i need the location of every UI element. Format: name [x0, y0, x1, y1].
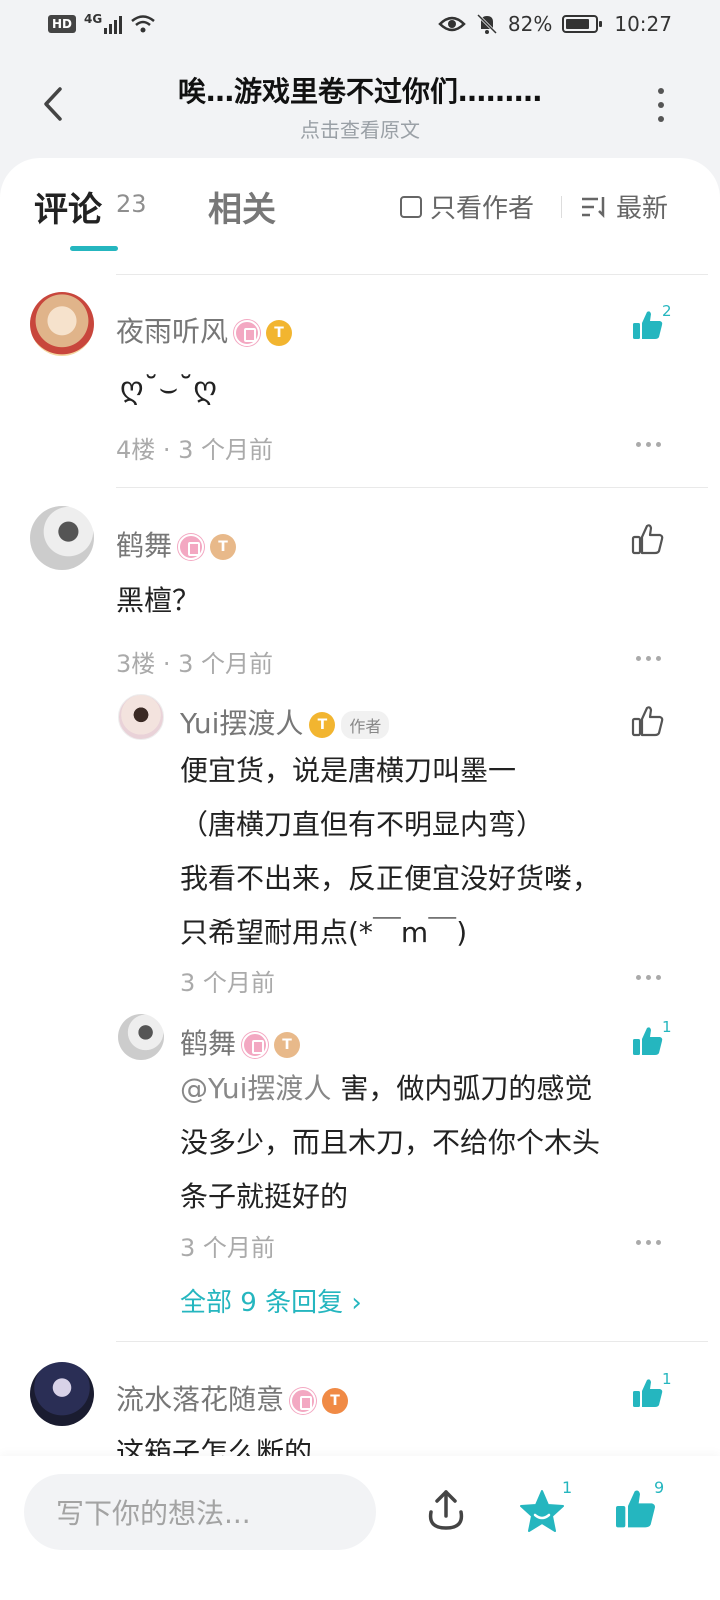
level-badge-icon — [234, 320, 261, 346]
comment-author-name[interactable]: 流水落花随意 T — [116, 1378, 349, 1418]
tab-divider — [561, 196, 562, 218]
clock: 10:27 — [614, 12, 672, 36]
thumbs-up-filled-icon[interactable] — [630, 308, 666, 344]
thumbs-up-filled-icon[interactable] — [612, 1486, 660, 1534]
comment-meta: 4楼 · 3 个月前 — [116, 436, 274, 464]
bottom-action-bar: 写下你的想法... 1 9 — [0, 1456, 720, 1600]
reply-body: 便宜货，说是唐横刀叫墨一 （唐横刀直但有不明显内弯） 我看不出来，反正便宜没好货… — [180, 754, 601, 949]
reply-meta: 3 个月前 — [180, 969, 275, 997]
sort-icon — [582, 196, 605, 218]
hd-indicator: HD — [48, 15, 77, 33]
level-badge-icon — [178, 534, 205, 560]
battery-icon — [562, 15, 603, 33]
divider — [116, 274, 708, 275]
reply-author-name[interactable]: Yui摆渡人 T 作者 — [180, 702, 390, 742]
comments-sheet: 评论 23 相关 只看作者 最新 夜雨听风 T ღ˘⌣˘ღ 4楼 · 3 个月前 … — [0, 158, 720, 1458]
share-icon[interactable] — [422, 1486, 470, 1534]
back-button[interactable] — [38, 84, 68, 124]
author-only-label: 只看作者 — [430, 194, 535, 224]
avatar[interactable] — [30, 292, 94, 356]
sort-label: 最新 — [616, 194, 669, 224]
star-icon[interactable] — [518, 1488, 566, 1536]
comment-author-name[interactable]: 夜雨听风 T — [116, 310, 293, 350]
comment-body: 这箱子怎么断的 — [116, 1436, 313, 1458]
comment-tabs: 评论 23 相关 只看作者 最新 — [0, 158, 720, 258]
thumbs-up-outline-icon[interactable] — [630, 704, 666, 740]
comment-body: ღ˘⌣˘ღ — [120, 371, 217, 406]
author-tag: 作者 — [341, 711, 390, 739]
comment-meta: 3楼 · 3 个月前 — [116, 650, 274, 678]
bell-off-icon — [476, 13, 497, 35]
level-badge-icon — [290, 1388, 317, 1414]
view-all-replies-link[interactable]: 全部 9 条回复 › — [180, 1282, 362, 1319]
thumbs-up-outline-icon[interactable] — [630, 522, 666, 558]
avatar[interactable] — [118, 1014, 164, 1060]
comment-more-button[interactable] — [636, 442, 661, 447]
avatar[interactable] — [30, 1362, 94, 1426]
like-count: 1 — [662, 1018, 672, 1036]
like-count: 1 — [662, 1370, 672, 1388]
title-badge-icon: T — [274, 1032, 301, 1058]
comment-body: 黑檀？ — [116, 584, 201, 617]
author-only-toggle[interactable]: 只看作者 — [400, 188, 534, 225]
reply-author-name[interactable]: 鹤舞 T — [180, 1022, 301, 1062]
mention-link[interactable]: @Yui摆渡人 — [180, 1072, 331, 1105]
sort-button[interactable]: 最新 — [580, 188, 668, 225]
reply-more-button[interactable] — [636, 1240, 661, 1245]
reply-more-button[interactable] — [636, 975, 661, 980]
comment-author-name[interactable]: 鹤舞 T — [116, 524, 237, 564]
tab-related[interactable]: 相关 — [208, 182, 276, 231]
tab-comments[interactable]: 评论 — [34, 182, 102, 231]
thumbs-up-filled-icon[interactable] — [630, 1376, 666, 1412]
star-count: 1 — [562, 1478, 573, 1497]
wifi-icon — [131, 15, 156, 33]
comment-input[interactable]: 写下你的想法... — [24, 1474, 376, 1550]
like-count: 2 — [662, 302, 672, 320]
more-options-button[interactable] — [658, 88, 664, 122]
chevron-left-icon — [44, 87, 62, 121]
title-badge-icon: T — [266, 320, 293, 346]
like-count: 9 — [654, 1478, 665, 1497]
active-tab-indicator — [70, 246, 118, 251]
title-badge-icon: T — [309, 712, 336, 738]
signal-icon — [104, 14, 123, 34]
divider — [116, 1341, 708, 1342]
comments-count: 23 — [116, 190, 147, 218]
comment-more-button[interactable] — [636, 656, 661, 661]
reply-body: @Yui摆渡人 害，做内弧刀的感觉 没多少，而且木刀，不给你个木头 条子就挺好的 — [180, 1072, 601, 1213]
title-badge-icon: T — [210, 534, 237, 560]
title-badge-icon: T — [322, 1388, 349, 1414]
level-badge-icon — [242, 1032, 269, 1058]
checkbox-icon — [400, 195, 422, 218]
thumbs-up-filled-icon[interactable] — [630, 1024, 666, 1060]
network-type: 4G — [84, 12, 103, 26]
eye-icon — [438, 16, 466, 32]
status-bar: HD 4G 82% 10:27 — [0, 0, 720, 48]
reply-meta: 3 个月前 — [180, 1234, 275, 1262]
battery-percent: 82% — [507, 12, 553, 36]
view-original-link[interactable]: 点击查看原文 — [120, 114, 600, 143]
avatar[interactable] — [30, 506, 94, 570]
page-title[interactable]: 唉…游戏里卷不过你们……… — [120, 70, 600, 110]
page-header: 唉…游戏里卷不过你们……… 点击查看原文 — [0, 60, 720, 150]
divider — [116, 487, 708, 488]
avatar[interactable] — [118, 694, 164, 740]
